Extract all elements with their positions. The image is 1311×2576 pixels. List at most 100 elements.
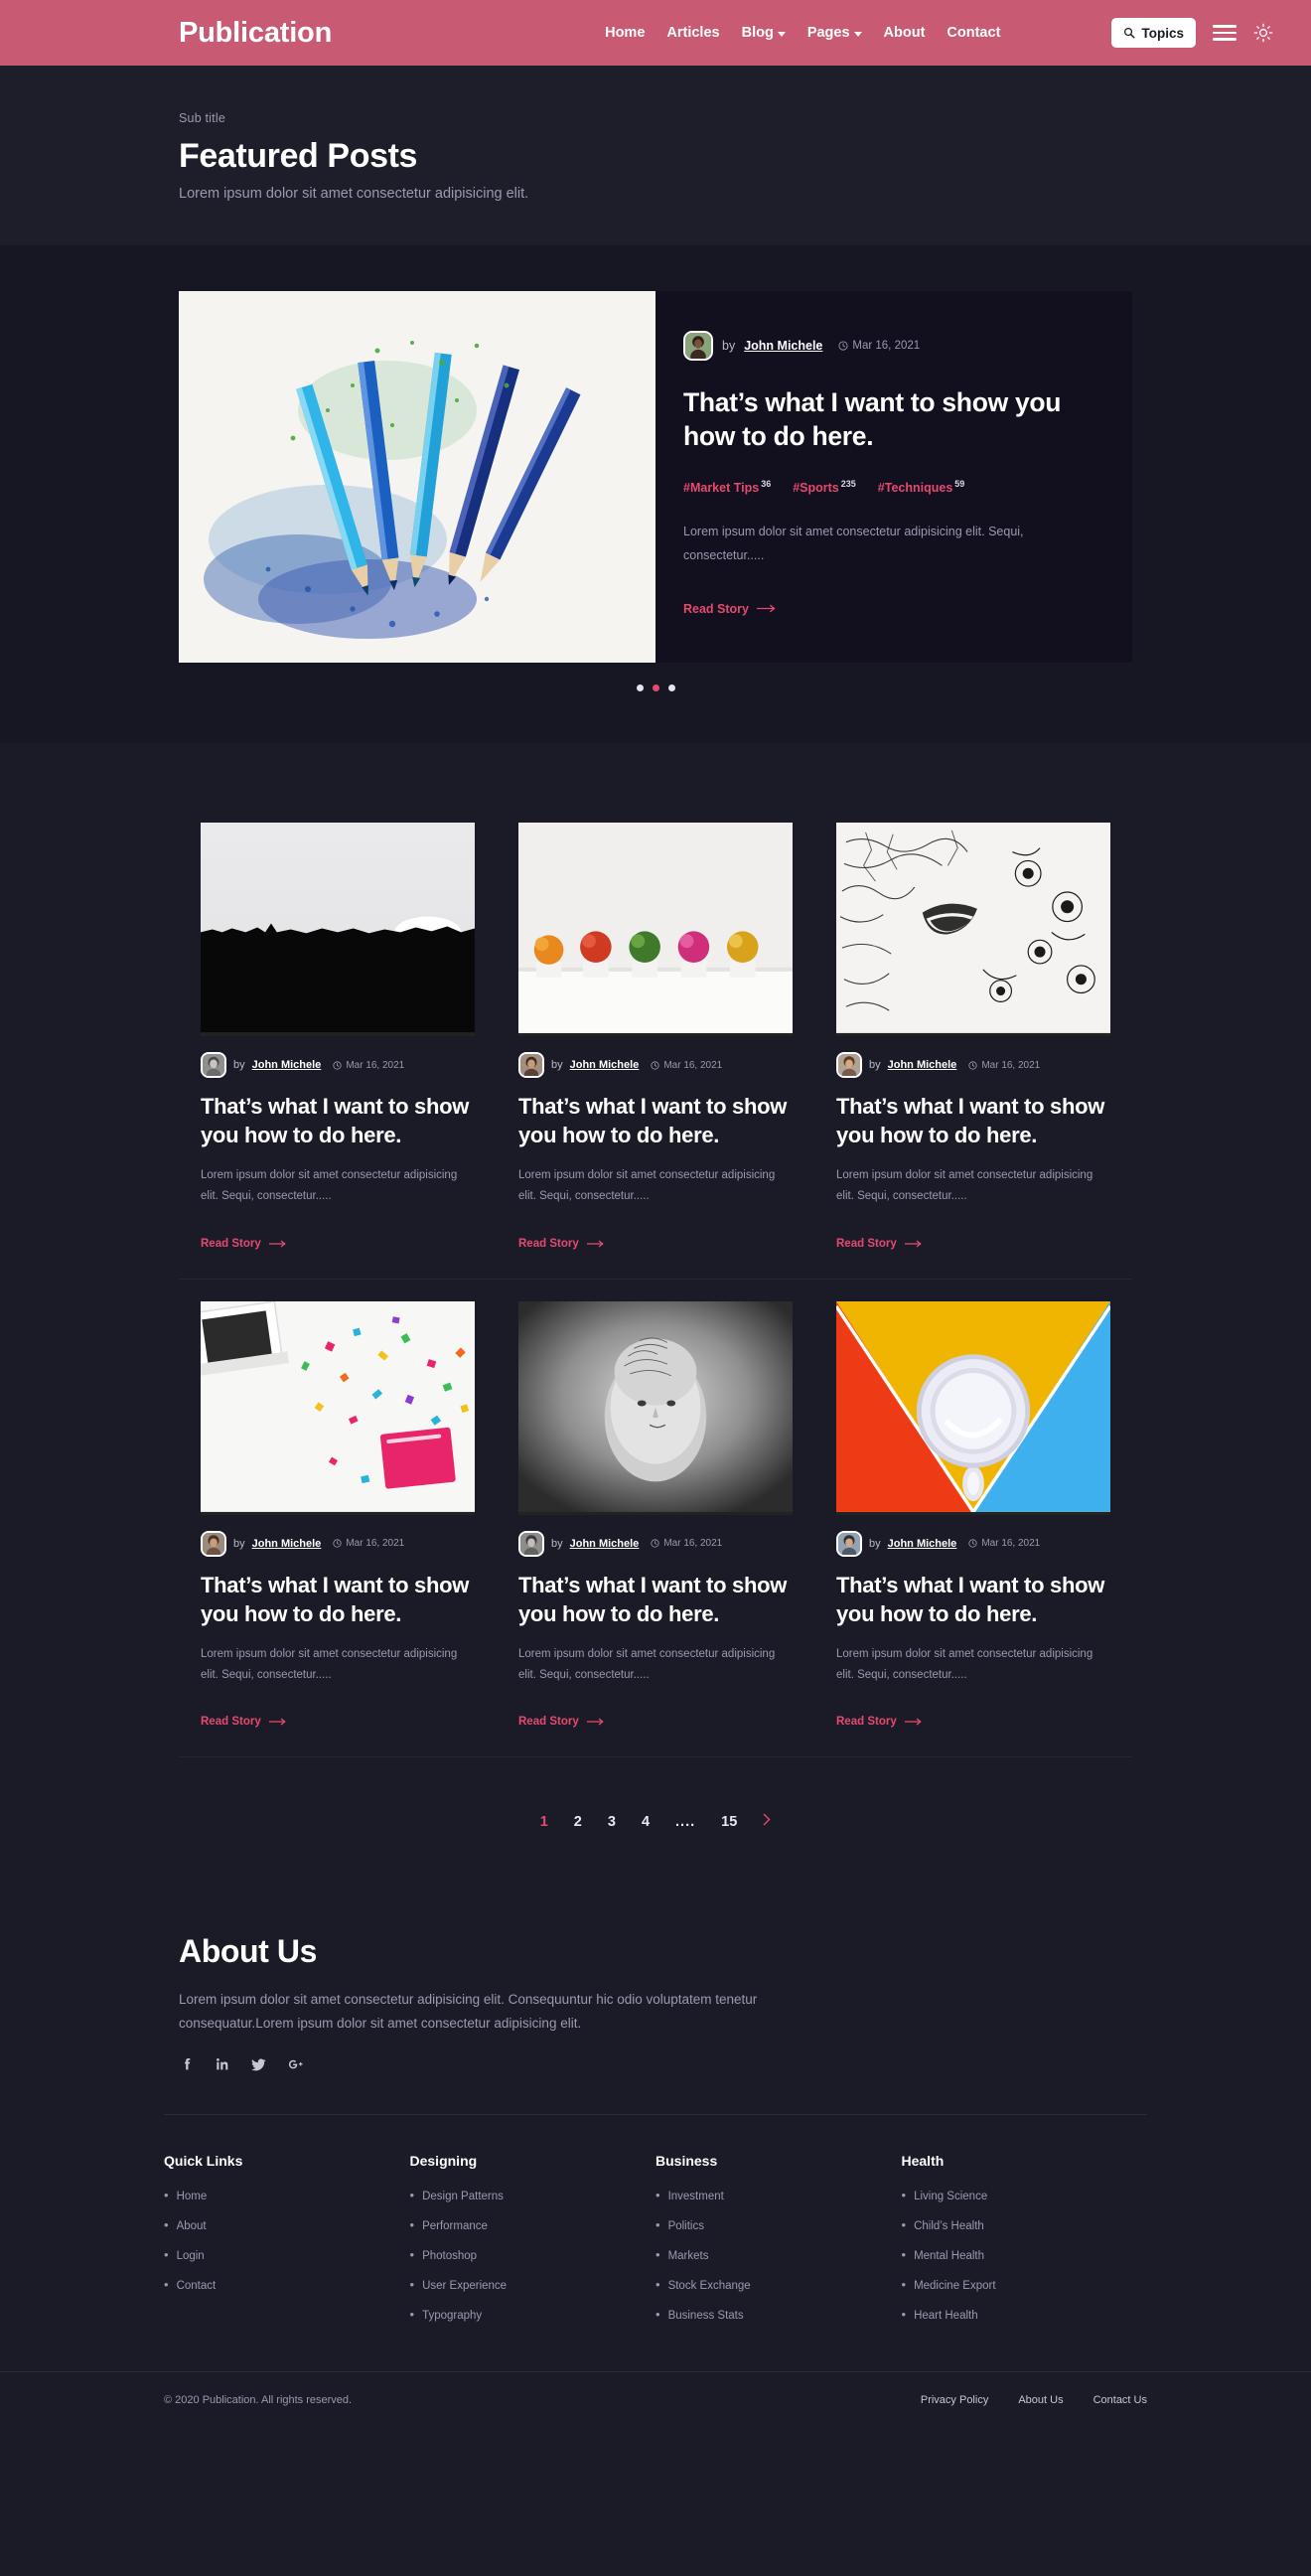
footer-link[interactable]: • Contact (164, 2278, 410, 2292)
pagination-page-4[interactable]: 4 (642, 1814, 650, 1830)
footer-link[interactable]: • Living Science (902, 2189, 1148, 2202)
tag-techniques[interactable]: #Techniques 59 (878, 479, 965, 495)
pagination-page-15[interactable]: 15 (721, 1814, 737, 1830)
bullet-icon: • (901, 2307, 907, 2323)
linkedin-icon[interactable] (215, 2056, 230, 2072)
avatar (836, 1052, 862, 1078)
carousel-dot-1[interactable] (636, 684, 644, 691)
author-link[interactable]: John Michele (888, 1059, 957, 1071)
hamburger-icon[interactable] (1213, 21, 1237, 45)
footer-link[interactable]: • Mental Health (902, 2248, 1148, 2262)
author-link[interactable]: John Michele (744, 339, 822, 353)
avatar (683, 331, 713, 361)
bullet-icon: • (656, 2217, 660, 2233)
read-story-link[interactable]: Read Story (836, 1716, 923, 1728)
pagination-next-button[interactable] (763, 1813, 771, 1830)
post-card[interactable]: by John Michele Mar 16, 2021 That’s what… (179, 801, 497, 1280)
pagination-page-2[interactable]: 2 (574, 1814, 582, 1830)
pagination-page-3[interactable]: 3 (608, 1814, 616, 1830)
footer-link[interactable]: • Politics (656, 2218, 902, 2232)
privacy-policy-link[interactable]: Privacy Policy (921, 2394, 988, 2406)
footer-link[interactable]: • User Experience (410, 2278, 656, 2292)
author-link[interactable]: John Michele (252, 1059, 322, 1071)
pagination-page-1[interactable]: 1 (540, 1814, 548, 1830)
post-title[interactable]: That’s what I want to show you how to do… (201, 1092, 475, 1149)
author-link[interactable]: John Michele (252, 1538, 322, 1550)
post-card[interactable]: by John Michele Mar 16, 2021 That’s what… (497, 801, 814, 1280)
footer-link[interactable]: • Home (164, 2189, 410, 2202)
read-story-link[interactable]: Read Story (836, 1238, 923, 1250)
avatar (518, 1052, 544, 1078)
tag-market-tips[interactable]: #Market Tips 36 (683, 479, 771, 495)
post-card[interactable]: by John Michele Mar 16, 2021 That’s what… (497, 1280, 814, 1758)
nav-item-pages[interactable]: Pages (807, 25, 862, 41)
post-title[interactable]: That’s what I want to show you how to do… (201, 1571, 475, 1628)
post-date-text: Mar 16, 2021 (663, 1059, 723, 1071)
footer-link[interactable]: • Business Stats (656, 2308, 902, 2322)
nav-item-articles[interactable]: Articles (666, 25, 719, 41)
post-title[interactable]: That’s what I want to show you how to do… (518, 1092, 793, 1149)
pagination: 1 2 3 4 .... 15 (0, 1767, 1311, 1889)
author-link[interactable]: John Michele (888, 1538, 957, 1550)
carousel-dot-3[interactable] (667, 684, 675, 691)
footer-link[interactable]: • Child’s Health (902, 2218, 1148, 2232)
nav-item-home[interactable]: Home (605, 25, 645, 41)
post-date-text: Mar 16, 2021 (346, 1059, 405, 1071)
post-title[interactable]: That’s what I want to show you how to do… (836, 1092, 1110, 1149)
post-date: Mar 16, 2021 (333, 1060, 404, 1071)
footer-link[interactable]: • Medicine Export (902, 2278, 1148, 2292)
clock-icon (333, 1060, 342, 1070)
nav-label: Contact (947, 25, 1001, 41)
read-story-label: Read Story (683, 601, 749, 616)
brand-logo[interactable]: Publication (179, 17, 332, 50)
footer-link-label: Business Stats (667, 2310, 744, 2323)
footer-link[interactable]: • Stock Exchange (656, 2278, 902, 2292)
twitter-icon[interactable] (250, 2056, 267, 2072)
post-title[interactable]: That’s what I want to show you how to do… (836, 1571, 1110, 1628)
read-story-link[interactable]: Read Story (683, 602, 777, 616)
sun-icon[interactable] (1253, 23, 1273, 43)
about-us-link[interactable]: About Us (1018, 2394, 1063, 2406)
post-card[interactable]: by John Michele Mar 16, 2021 That’s what… (179, 1280, 497, 1758)
chevron-right-icon (763, 1813, 771, 1826)
nav-item-blog[interactable]: Blog (742, 25, 786, 41)
arrow-right-icon (586, 1718, 604, 1726)
author-link[interactable]: John Michele (570, 1059, 640, 1071)
footer-link[interactable]: • Design Patterns (410, 2189, 656, 2202)
footer-link[interactable]: • Typography (410, 2308, 656, 2322)
footer-link-list: • Living Science • Child’s Health • Mental … (902, 2189, 1148, 2322)
footer-link[interactable]: • Investment (656, 2189, 902, 2202)
read-story-link[interactable]: Read Story (201, 1238, 287, 1250)
author-link[interactable]: John Michele (570, 1538, 640, 1550)
footer-link-label: Child’s Health (914, 2220, 984, 2233)
footer-link[interactable]: • Login (164, 2248, 410, 2262)
nav-item-about[interactable]: About (884, 25, 926, 41)
nav-label: Home (605, 25, 646, 41)
topics-button[interactable]: Topics (1111, 18, 1196, 48)
footer-link[interactable]: • Photoshop (410, 2248, 656, 2262)
post-card[interactable]: by John Michele Mar 16, 2021 That’s what… (814, 801, 1132, 1280)
read-story-link[interactable]: Read Story (201, 1716, 287, 1728)
footer-link-label: Typography (422, 2310, 483, 2323)
googleplus-icon[interactable] (287, 2056, 305, 2072)
post-card[interactable]: by John Michele Mar 16, 2021 That’s what… (814, 1280, 1132, 1758)
bullet-icon: • (409, 2188, 415, 2203)
featured-post-title[interactable]: That’s what I want to show you how to do… (683, 386, 1091, 453)
footer-link[interactable]: • Heart Health (902, 2308, 1148, 2322)
facebook-icon[interactable] (179, 2056, 195, 2072)
tag-sports[interactable]: #Sports 235 (793, 479, 856, 495)
read-story-link[interactable]: Read Story (518, 1238, 605, 1250)
post-title[interactable]: That’s what I want to show you how to do… (518, 1571, 793, 1628)
footer-link[interactable]: • Markets (656, 2248, 902, 2262)
post-date: Mar 16, 2021 (968, 1060, 1040, 1071)
featured-post-card[interactable]: by John Michele Mar 16, 2021 That’s what… (179, 291, 1132, 663)
by-label: by (233, 1537, 245, 1550)
nav-item-contact[interactable]: Contact (947, 25, 1000, 41)
footer-link[interactable]: • Performance (410, 2218, 656, 2232)
contact-us-link[interactable]: Contact Us (1093, 2394, 1147, 2406)
post-date-text: Mar 16, 2021 (346, 1538, 405, 1550)
footer-link[interactable]: • About (164, 2218, 410, 2232)
about-section: About Us Lorem ipsum dolor sit amet cons… (0, 1888, 1311, 2073)
carousel-dot-2[interactable] (652, 684, 659, 691)
read-story-link[interactable]: Read Story (518, 1716, 605, 1728)
